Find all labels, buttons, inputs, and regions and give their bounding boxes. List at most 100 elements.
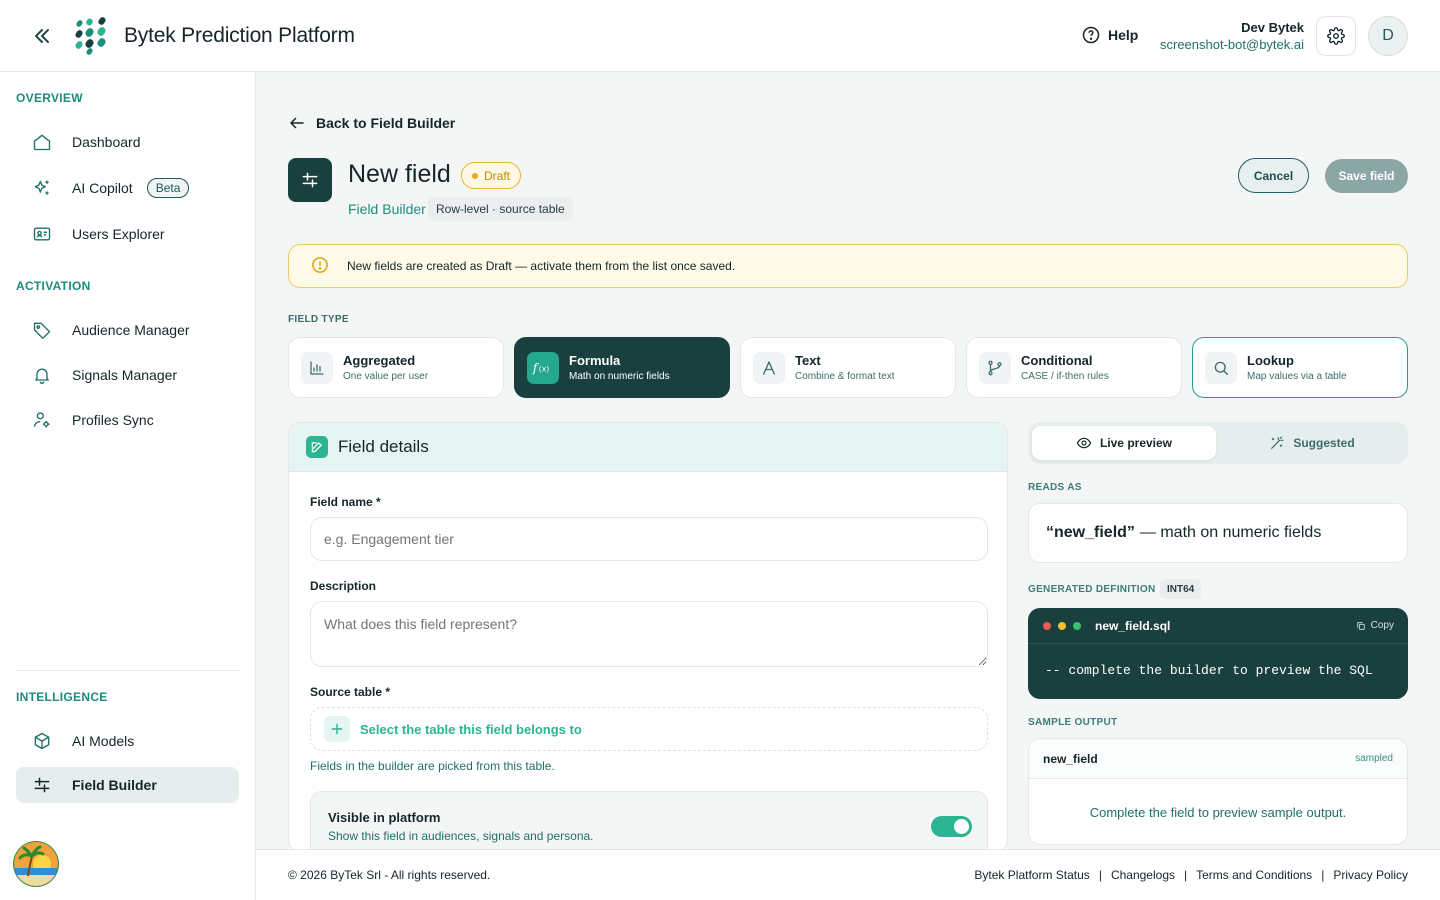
copyright: © 2026 ByTek Srl - All rights reserved. xyxy=(288,868,491,882)
text-icon xyxy=(753,351,785,384)
bytek-logo xyxy=(74,17,110,55)
sidebar-item-users-explorer[interactable]: Users Explorer xyxy=(16,216,239,252)
sidebar-item-label: Profiles Sync xyxy=(72,412,154,428)
status-badge: Draft xyxy=(461,162,522,189)
back-link[interactable]: Back to Field Builder xyxy=(288,114,455,132)
beta-badge: Beta xyxy=(146,178,190,198)
description-textarea[interactable] xyxy=(310,601,988,667)
window-dot-green xyxy=(1073,621,1081,630)
draft-info-banner: New fields are created as Draft — activa… xyxy=(288,244,1408,288)
field-type-title: Aggregated xyxy=(343,353,416,368)
svg-text:(x): (x) xyxy=(539,364,549,373)
warning-icon xyxy=(311,256,329,277)
bell-icon xyxy=(32,365,52,385)
source-table-picker[interactable]: Select the table this field belongs to xyxy=(310,707,988,751)
sidebar-item-audience-manager[interactable]: Audience Manager xyxy=(16,312,239,348)
footer-link-terms[interactable]: Terms and Conditions xyxy=(1196,868,1312,882)
sidebar-item-profiles-sync[interactable]: Profiles Sync xyxy=(16,402,239,438)
beach-avatar-icon[interactable] xyxy=(12,840,60,888)
user-gear-icon xyxy=(32,410,52,430)
footer-link-privacy[interactable]: Privacy Policy xyxy=(1333,868,1408,882)
window-dot-red xyxy=(1043,621,1051,630)
section-activation: ACTIVATION xyxy=(16,279,91,293)
field-type-subtitle: CASE / if-then rules xyxy=(1021,371,1109,382)
window-dot-yellow xyxy=(1058,621,1066,630)
sample-output-card: new_field sampled Complete the field to … xyxy=(1028,738,1408,845)
source-table-label: Source table * xyxy=(310,685,391,699)
sidebar-item-label: Dashboard xyxy=(72,134,141,150)
save-field-button[interactable]: Save field xyxy=(1325,159,1408,193)
sidebar-item-label: Audience Manager xyxy=(72,322,190,338)
cancel-button[interactable]: Cancel xyxy=(1238,158,1309,193)
field-builder-icon xyxy=(288,158,332,202)
preview-tabs: Live preview Suggested xyxy=(1028,422,1408,464)
copy-icon xyxy=(1356,621,1365,630)
sidebar-item-ai-copilot[interactable]: AI Copilot Beta xyxy=(16,170,239,206)
field-type-formula[interactable]: f (x) Formula Math on numeric fields xyxy=(514,337,730,398)
field-type-subtitle: Combine & format text xyxy=(795,371,895,382)
app-title: Bytek Prediction Platform xyxy=(124,24,355,47)
footer-separator: | xyxy=(1098,868,1102,882)
sample-output-label: SAMPLE OUTPUT xyxy=(1028,717,1118,728)
generated-definition-label: GENERATED DEFINITION xyxy=(1028,584,1156,595)
footer-separator: | xyxy=(1321,868,1325,882)
help-button[interactable]: Help xyxy=(1082,26,1138,44)
reads-as-description: — math on numeric fields xyxy=(1139,524,1322,541)
footer-separator: | xyxy=(1184,868,1188,882)
field-name-input[interactable] xyxy=(310,517,988,561)
help-label: Help xyxy=(1108,27,1139,43)
arrow-left-icon xyxy=(290,117,304,129)
footer: © 2026 ByTek Srl - All rights reserved. … xyxy=(256,849,1440,900)
field-type-title: Text xyxy=(795,353,821,368)
field-details-title: Field details xyxy=(338,437,429,456)
copy-button[interactable]: Copy xyxy=(1356,620,1394,631)
sidebar-item-label: AI Copilot xyxy=(72,180,133,196)
sample-empty-state: Complete the field to preview sample out… xyxy=(1089,804,1347,820)
status-label: Draft xyxy=(484,168,511,183)
visibility-description: Show this field in audiences, signals an… xyxy=(328,829,594,843)
field-type-lookup[interactable]: Lookup Map values via a table xyxy=(1192,337,1408,398)
footer-link-status[interactable]: Bytek Platform Status xyxy=(974,868,1089,882)
code-content: -- complete the builder to preview the S… xyxy=(1045,663,1373,678)
sidebar-item-ai-models[interactable]: AI Models xyxy=(16,723,239,759)
footer-link-changelogs[interactable]: Changelogs xyxy=(1111,868,1175,882)
field-type-title: Lookup xyxy=(1247,353,1294,368)
footer-links: Bytek Platform Status | Changelogs | Ter… xyxy=(974,868,1408,882)
sidebar-item-field-builder[interactable]: Field Builder xyxy=(16,767,239,803)
page-title: New field xyxy=(348,160,451,188)
tag-icon xyxy=(32,320,52,340)
field-type-conditional[interactable]: Conditional CASE / if-then rules xyxy=(966,337,1182,398)
sample-column-name: new_field xyxy=(1043,751,1098,766)
visibility-toggle[interactable] xyxy=(931,816,972,837)
avatar[interactable]: D xyxy=(1368,16,1408,56)
field-type-subtitle: Math on numeric fields xyxy=(569,371,670,382)
settings-button[interactable] xyxy=(1316,16,1356,56)
sidebar: OVERVIEW Dashboard AI Copilot Beta Users… xyxy=(0,72,256,900)
field-name-label: Field name * xyxy=(310,495,381,509)
breadcrumb[interactable]: Field Builder xyxy=(348,201,426,217)
bar-chart-icon xyxy=(301,351,333,384)
field-type-label: FIELD TYPE xyxy=(288,314,349,325)
top-header: Bytek Prediction Platform Help Dev Bytek… xyxy=(0,0,1440,72)
field-type-subtitle: One value per user xyxy=(343,371,429,382)
tab-suggested[interactable]: Suggested xyxy=(1220,426,1404,460)
field-type-subtitle: Map values via a table xyxy=(1247,371,1347,382)
source-table-hint: Fields in the builder are picked from th… xyxy=(310,759,555,773)
field-type-title: Conditional xyxy=(1021,353,1093,368)
function-icon: f (x) xyxy=(527,351,559,384)
field-type-text[interactable]: Text Combine & format text xyxy=(740,337,956,398)
sidebar-item-label: AI Models xyxy=(72,733,135,749)
sampled-tag: sampled xyxy=(1355,753,1393,764)
sidebar-item-signals-manager[interactable]: Signals Manager xyxy=(16,357,239,393)
status-dot xyxy=(472,172,478,179)
tab-live-preview[interactable]: Live preview xyxy=(1032,426,1216,460)
reads-as-name: “new_field” xyxy=(1046,524,1135,541)
field-type-aggregated[interactable]: Aggregated One value per user xyxy=(288,337,504,398)
section-intelligence: INTELLIGENCE xyxy=(16,690,108,704)
collapse-sidebar-icon[interactable] xyxy=(30,24,54,48)
sidebar-item-dashboard[interactable]: Dashboard xyxy=(16,124,239,160)
edit-icon xyxy=(306,436,328,458)
sidebar-item-label: Users Explorer xyxy=(72,226,165,242)
code-header: new_field.sql Copy xyxy=(1028,608,1408,644)
tab-label: Live preview xyxy=(1099,436,1173,450)
